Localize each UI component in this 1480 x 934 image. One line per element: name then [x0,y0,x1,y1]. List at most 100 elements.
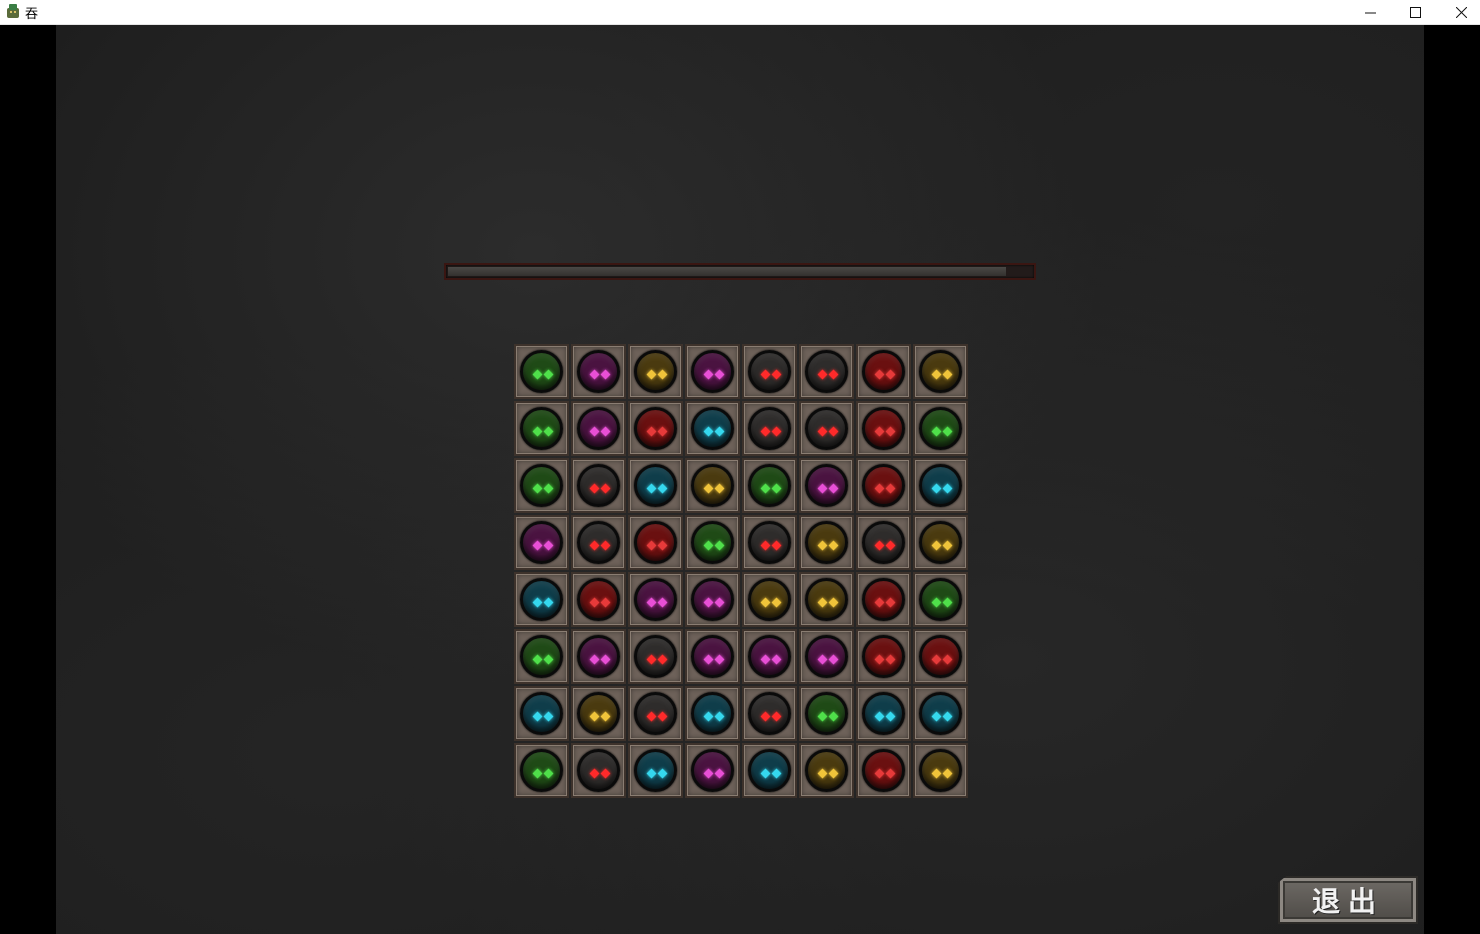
orb-eye [532,483,543,494]
board-cell[interactable] [628,743,683,798]
board-cell[interactable] [571,629,626,684]
board-cell[interactable] [913,686,968,741]
board-cell[interactable] [856,515,911,570]
board-cell[interactable] [685,344,740,399]
orb-eye [931,483,942,494]
board-cell[interactable] [856,458,911,513]
board-cell[interactable] [856,572,911,627]
board-cell[interactable] [913,629,968,684]
orb-eye [589,426,600,437]
board-cell[interactable] [628,572,683,627]
orb-eye [714,426,725,437]
red-orb-icon [862,407,905,450]
board-cell[interactable] [913,344,968,399]
board-cell[interactable] [571,458,626,513]
board-cell[interactable] [856,401,911,456]
board-cell[interactable] [742,458,797,513]
board-cell[interactable] [685,686,740,741]
orb-eye [760,711,771,722]
maximize-icon [1409,7,1421,18]
purple-orb-icon [691,749,734,792]
board-cell[interactable] [742,515,797,570]
board-cell[interactable] [571,572,626,627]
board-cell[interactable] [628,458,683,513]
board-cell[interactable] [514,743,569,798]
board-cell[interactable] [514,686,569,741]
orb-eye [589,654,600,665]
board-cell[interactable] [685,743,740,798]
green-orb-icon [520,407,563,450]
board-cell[interactable] [913,458,968,513]
board-cell[interactable] [685,572,740,627]
board-cell[interactable] [514,401,569,456]
board-cell[interactable] [799,686,854,741]
green-orb-icon [691,521,734,564]
board-cell[interactable] [799,401,854,456]
close-button[interactable] [1438,0,1480,25]
orb-eye [646,768,657,779]
board-cell[interactable] [571,344,626,399]
board-cell[interactable] [571,515,626,570]
yellow-orb-icon [919,521,962,564]
board-cell[interactable] [856,686,911,741]
board-cell[interactable] [799,344,854,399]
purple-orb-icon [691,578,734,621]
orb-eye [543,483,554,494]
orb-eye [931,711,942,722]
yellow-orb-icon [691,464,734,507]
board-cell[interactable] [799,515,854,570]
board-cell[interactable] [913,515,968,570]
board-cell[interactable] [628,344,683,399]
board-cell[interactable] [628,629,683,684]
board-cell[interactable] [571,401,626,456]
red-orb-icon [862,464,905,507]
board-cell[interactable] [685,458,740,513]
board-cell[interactable] [742,401,797,456]
minimize-button[interactable] [1347,0,1393,25]
board-cell[interactable] [628,515,683,570]
orb-eye [657,597,668,608]
board-cell[interactable] [856,344,911,399]
board-cell[interactable] [913,572,968,627]
board-cell[interactable] [742,344,797,399]
orb-eye [828,711,839,722]
board-cell[interactable] [514,572,569,627]
board-cell[interactable] [571,743,626,798]
board-cell[interactable] [514,629,569,684]
board-cell[interactable] [913,743,968,798]
purple-orb-icon [805,635,848,678]
board-cell[interactable] [685,401,740,456]
app-icon [7,4,19,18]
board-cell[interactable] [685,515,740,570]
orb-eye [942,540,953,551]
board-cell[interactable] [685,629,740,684]
orb-eye [589,483,600,494]
orb-eye [885,426,896,437]
exit-button[interactable]: 退出 [1278,876,1418,924]
board-cell[interactable] [799,743,854,798]
orb-eye [532,597,543,608]
board-cell[interactable] [742,572,797,627]
board-cell[interactable] [514,458,569,513]
cyan-orb-icon [919,464,962,507]
board-cell[interactable] [571,686,626,741]
board-cell[interactable] [856,629,911,684]
board-cell[interactable] [514,344,569,399]
board-cell[interactable] [514,515,569,570]
board-cell[interactable] [628,686,683,741]
board-cell[interactable] [742,686,797,741]
orb-eye [931,597,942,608]
maximize-button[interactable] [1392,0,1438,25]
board-cell[interactable] [799,458,854,513]
board-cell[interactable] [856,743,911,798]
orb-eye [600,711,611,722]
orb-eye [657,483,668,494]
board-cell[interactable] [742,743,797,798]
orb-eye [942,369,953,380]
board-cell[interactable] [628,401,683,456]
board-cell[interactable] [799,572,854,627]
orb-eye [817,711,828,722]
board-cell[interactable] [799,629,854,684]
board-cell[interactable] [913,401,968,456]
board-cell[interactable] [742,629,797,684]
